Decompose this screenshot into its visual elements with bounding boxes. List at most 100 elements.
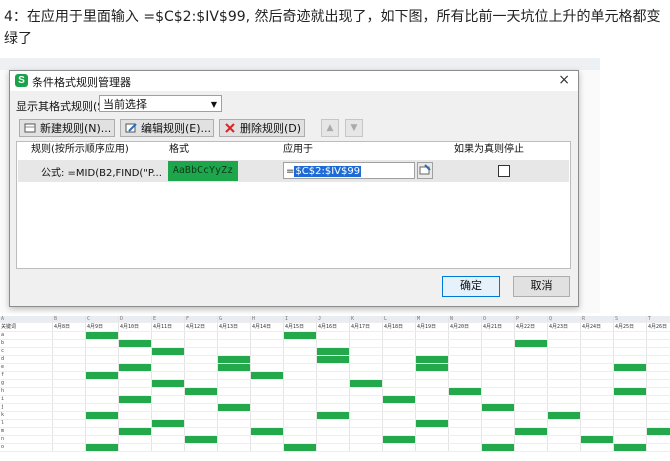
table-cell bbox=[481, 379, 515, 388]
table-cell bbox=[514, 411, 548, 420]
table-cell bbox=[514, 387, 548, 396]
table-cell bbox=[349, 355, 383, 364]
table-cell bbox=[547, 371, 581, 380]
table-cell bbox=[250, 419, 284, 428]
table-cell bbox=[448, 419, 482, 428]
table-cell bbox=[316, 403, 350, 412]
table-cell bbox=[580, 435, 614, 444]
delete-rule-button[interactable]: 删除规则(D) bbox=[219, 119, 305, 137]
move-up-button[interactable]: ▲ bbox=[321, 119, 339, 137]
table-row: f bbox=[0, 371, 670, 380]
table-cell bbox=[547, 347, 581, 356]
result-table: ABCDEFGHIJKLMNOPQRSTU关键词4月8日4月9日4月10日4月1… bbox=[0, 316, 670, 452]
date-header-cell: 4月17日 bbox=[349, 322, 383, 332]
row-label-cell: m bbox=[0, 427, 53, 436]
table-cell bbox=[613, 403, 647, 412]
table-cell bbox=[85, 395, 119, 404]
date-header-cell: 4月19日 bbox=[415, 322, 449, 332]
table-cell bbox=[118, 387, 152, 396]
date-header-cell: 4月18日 bbox=[382, 322, 416, 332]
table-cell bbox=[349, 427, 383, 436]
table-cell bbox=[547, 339, 581, 348]
table-cell bbox=[85, 419, 119, 428]
table-cell bbox=[481, 355, 515, 364]
table-cell bbox=[580, 379, 614, 388]
date-header-cell: 4月15日 bbox=[283, 322, 317, 332]
table-cell bbox=[547, 395, 581, 404]
table-cell bbox=[382, 411, 416, 420]
table-cell bbox=[349, 443, 383, 452]
table-cell bbox=[316, 355, 350, 364]
row-label-cell: c bbox=[0, 347, 53, 356]
move-down-button[interactable]: ▼ bbox=[345, 119, 363, 137]
format-preview: AaBbCcYyZz bbox=[168, 161, 238, 181]
table-cell bbox=[514, 347, 548, 356]
table-cell bbox=[646, 443, 670, 452]
table-cell bbox=[151, 411, 185, 420]
table-row: e bbox=[0, 363, 670, 372]
table-cell bbox=[547, 435, 581, 444]
table-cell bbox=[184, 331, 218, 340]
table-cell bbox=[646, 419, 670, 428]
close-icon[interactable]: × bbox=[558, 72, 570, 88]
rule-row[interactable]: 公式: =MID(B2,FIND("P... AaBbCcYyZz =$C$2:… bbox=[18, 160, 569, 182]
table-cell bbox=[481, 411, 515, 420]
table-cell bbox=[217, 403, 251, 412]
table-cell bbox=[415, 355, 449, 364]
table-cell bbox=[118, 443, 152, 452]
show-rules-label: 显示其格式规则(S): bbox=[16, 100, 113, 113]
row-label-cell: l bbox=[0, 419, 53, 428]
table-cell bbox=[547, 379, 581, 388]
table-cell bbox=[85, 411, 119, 420]
table-cell bbox=[580, 395, 614, 404]
table-cell bbox=[283, 419, 317, 428]
table-cell bbox=[349, 387, 383, 396]
range-picker-icon[interactable] bbox=[417, 162, 433, 179]
table-cell bbox=[52, 419, 86, 428]
table-cell bbox=[283, 403, 317, 412]
table-cell bbox=[382, 403, 416, 412]
table-cell bbox=[217, 379, 251, 388]
table-cell bbox=[52, 347, 86, 356]
table-cell bbox=[415, 331, 449, 340]
table-cell bbox=[85, 339, 119, 348]
table-cell bbox=[481, 395, 515, 404]
table-cell bbox=[382, 371, 416, 380]
table-cell bbox=[415, 347, 449, 356]
table-cell bbox=[283, 427, 317, 436]
row-label-cell: a bbox=[0, 331, 53, 340]
table-cell bbox=[646, 403, 670, 412]
table-cell bbox=[151, 435, 185, 444]
table-cell bbox=[316, 435, 350, 444]
table-cell bbox=[646, 427, 670, 436]
table-cell bbox=[316, 339, 350, 348]
show-rules-select[interactable]: 当前选择 ▼ bbox=[99, 95, 222, 112]
table-cell bbox=[613, 331, 647, 340]
table-cell bbox=[514, 339, 548, 348]
table-cell bbox=[85, 331, 119, 340]
date-header-cell: 4月11日 bbox=[151, 322, 185, 332]
stop-if-true-checkbox[interactable] bbox=[498, 165, 510, 177]
table-cell bbox=[481, 339, 515, 348]
date-header-cell: 4月13日 bbox=[217, 322, 251, 332]
edit-rule-button[interactable]: 编辑规则(E)... bbox=[120, 119, 214, 137]
applies-to-input[interactable]: =$C$2:$IV$99 bbox=[283, 162, 415, 179]
table-cell bbox=[613, 411, 647, 420]
table-cell bbox=[52, 371, 86, 380]
table-cell bbox=[283, 355, 317, 364]
table-cell bbox=[184, 403, 218, 412]
table-cell bbox=[415, 403, 449, 412]
rule-formula: 公式: =MID(B2,FIND("P... bbox=[41, 168, 162, 179]
new-rule-button[interactable]: 新建规则(N)... bbox=[19, 119, 115, 137]
table-cell bbox=[448, 395, 482, 404]
ok-button[interactable]: 确定 bbox=[442, 276, 500, 297]
table-cell bbox=[316, 443, 350, 452]
cancel-button[interactable]: 取消 bbox=[513, 276, 570, 297]
table-cell bbox=[52, 395, 86, 404]
table-cell bbox=[217, 331, 251, 340]
table-cell bbox=[382, 419, 416, 428]
table-cell bbox=[250, 395, 284, 404]
table-cell bbox=[613, 387, 647, 396]
table-cell bbox=[184, 363, 218, 372]
table-cell bbox=[151, 419, 185, 428]
